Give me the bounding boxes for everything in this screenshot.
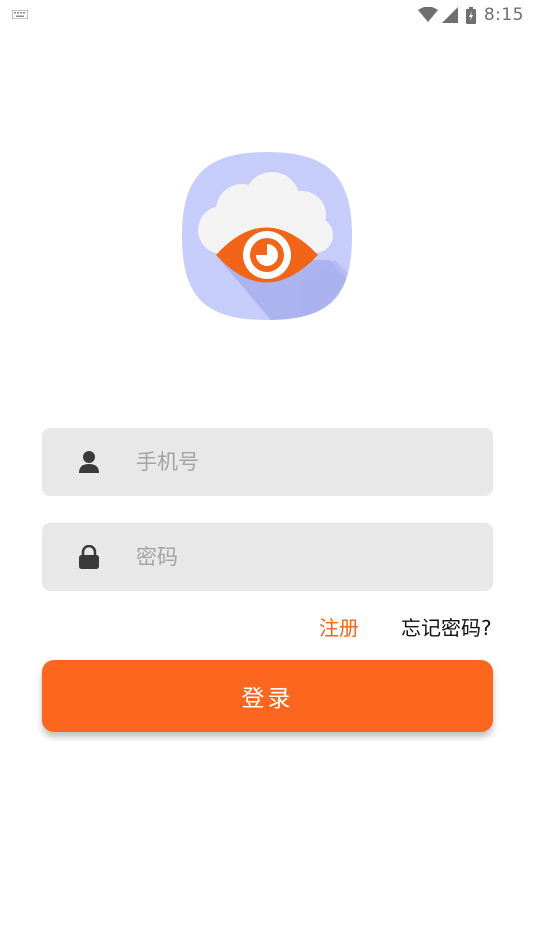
login-button[interactable]: 登录 xyxy=(42,660,493,732)
phone-input[interactable] xyxy=(136,428,476,496)
battery-icon xyxy=(465,6,476,24)
keyboard-icon xyxy=(12,10,28,19)
status-time: 8:15 xyxy=(483,5,524,25)
cloud-eye-logo-icon xyxy=(182,152,352,320)
password-field[interactable] xyxy=(42,523,493,591)
lock-icon xyxy=(79,545,99,569)
status-icons: 8:15 xyxy=(417,4,524,26)
forgot-password-link[interactable]: 忘记密码? xyxy=(401,612,492,641)
login-button-label: 登录 xyxy=(241,686,294,712)
user-icon xyxy=(79,451,99,473)
cell-signal-icon xyxy=(441,7,458,23)
register-link[interactable]: 注册 xyxy=(319,612,359,641)
password-input[interactable] xyxy=(136,523,476,591)
phone-field[interactable] xyxy=(42,428,493,496)
status-bar: 8:15 xyxy=(0,0,534,30)
wifi-icon xyxy=(417,7,438,22)
